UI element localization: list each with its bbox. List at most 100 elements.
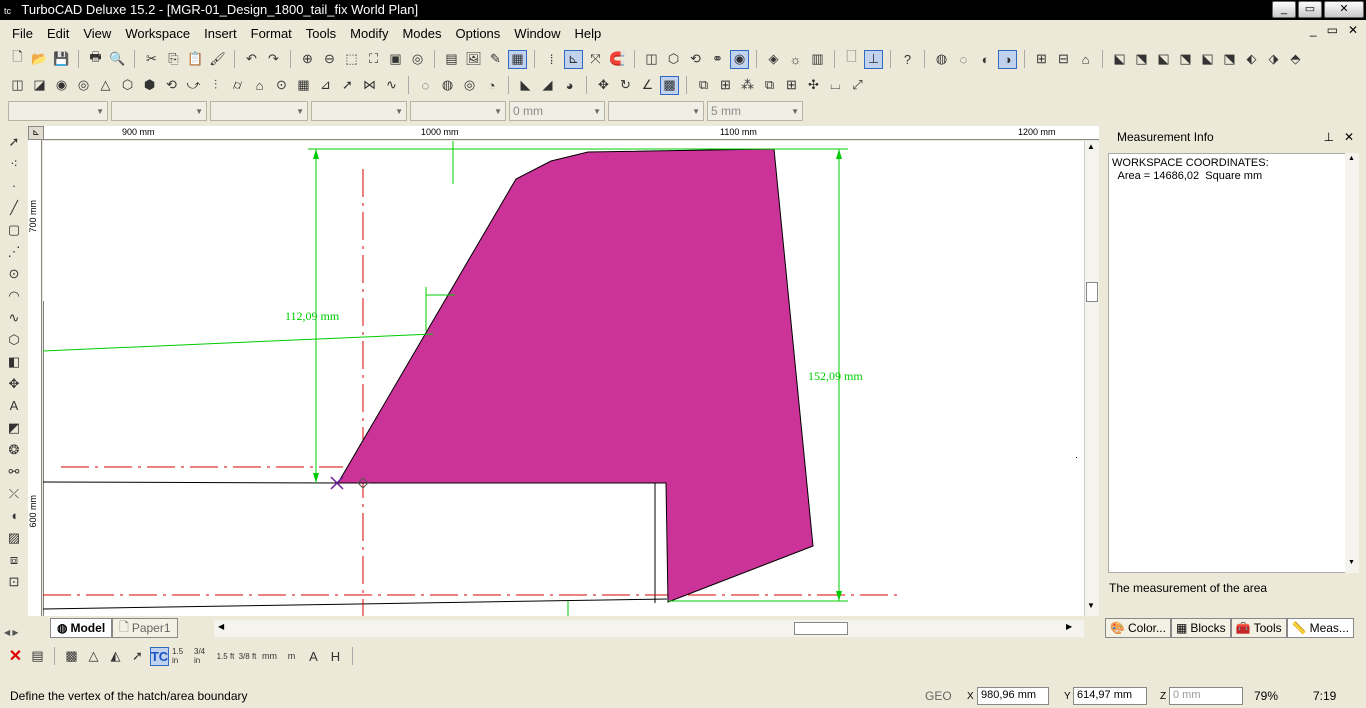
snap-3-4-in-icon[interactable]: 3/4 in — [194, 647, 213, 666]
zoom-in-icon[interactable]: ⊕ — [298, 50, 317, 69]
mirror-icon[interactable]: ✣ — [804, 76, 823, 95]
arrow-icon[interactable]: ➚ — [338, 76, 357, 95]
print-icon[interactable]: 🖶 — [86, 49, 105, 69]
color-bars-icon[interactable]: ▥ — [808, 50, 827, 69]
panel-scrollbar[interactable]: ▲ ▼ — [1345, 153, 1359, 573]
magnet-icon[interactable]: 🧲 — [608, 50, 627, 69]
vertical-scrollbar[interactable]: ▲ ▼ — [1084, 141, 1099, 616]
save-icon[interactable]: 💾 — [52, 50, 71, 69]
pattern-combo[interactable]: ▼ — [608, 101, 704, 121]
slice-icon[interactable]: ◔ — [482, 76, 501, 95]
boolean-subtract-icon[interactable]: ◍ — [438, 76, 457, 95]
viewport-icon[interactable]: ⊡ — [4, 572, 24, 591]
page-icon[interactable]: 🗌 — [842, 49, 861, 69]
horizontal-scrollbar[interactable]: ◀ ▶ — [214, 620, 1084, 637]
render-icon[interactable]: ◉ — [730, 49, 749, 69]
snap-tool-icon[interactable]: ⤧ — [586, 50, 605, 69]
view-cube-4-icon[interactable]: ⬔ — [1176, 50, 1195, 69]
zoom-out-icon[interactable]: ⊖ — [320, 50, 339, 69]
undo-icon[interactable]: ↶ — [242, 50, 261, 69]
distribute-icon[interactable]: ⊟ — [1054, 50, 1073, 69]
scroll-thumb[interactable] — [794, 622, 848, 635]
image-icon[interactable]: 🖼 — [464, 50, 483, 69]
polygon-icon[interactable]: ⬡ — [4, 330, 24, 349]
refresh-icon[interactable]: ✎ — [486, 50, 505, 69]
box-icon[interactable]: ◫ — [8, 76, 27, 95]
layer-icon[interactable]: ▤ — [442, 50, 461, 69]
tab-paper1[interactable]: 🗋 Paper1 — [112, 618, 178, 638]
menu-file[interactable]: File — [12, 26, 33, 41]
shape-icon[interactable]: ◖ — [4, 506, 24, 525]
lights-icon[interactable]: ☼ — [786, 50, 805, 69]
text-h-icon[interactable]: H — [326, 647, 345, 666]
revolve-icon[interactable]: ⟲ — [162, 76, 181, 95]
trim-icon[interactable]: ⤫ — [4, 484, 24, 503]
snap-1-5-ft-icon[interactable]: 1.5 ft — [216, 647, 235, 666]
doc-minimize-button[interactable]: _ — [1310, 23, 1317, 37]
panel-close-icon[interactable]: ✕ — [1344, 130, 1354, 144]
thickness-combo[interactable]: 0 mm ▼ — [509, 101, 605, 121]
menu-view[interactable]: View — [83, 26, 111, 41]
cylinder-icon[interactable]: ⌭ — [228, 76, 247, 95]
orbit-icon[interactable]: ⟲ — [686, 50, 705, 69]
shell-icon[interactable]: ⌂ — [250, 76, 269, 95]
new-file-icon[interactable]: 🗋 — [8, 49, 27, 69]
curve-icon[interactable]: ∿ — [4, 308, 24, 327]
ortho-icon[interactable]: ⊾ — [564, 49, 583, 69]
wedge-icon[interactable]: ◪ — [30, 76, 49, 95]
menu-modify[interactable]: Modify — [350, 26, 388, 41]
render-mode-icon[interactable]: ◑ — [998, 49, 1017, 69]
tc-icon[interactable]: TC — [150, 646, 169, 666]
hatch-area[interactable] — [337, 148, 814, 603]
tab-blocks[interactable]: ▦ Blocks — [1170, 618, 1231, 638]
view-cube-6-icon[interactable]: ⬔ — [1220, 50, 1239, 69]
solid-icon[interactable]: ◧ — [4, 352, 24, 371]
view-cube-5-icon[interactable]: ⬕ — [1198, 50, 1217, 69]
cone-icon[interactable]: △ — [96, 76, 115, 95]
snap-3-8-ft-icon[interactable]: 3/8 ft — [238, 647, 257, 666]
pick-point-icon[interactable]: ➚ — [128, 647, 147, 666]
network-icon[interactable]: ⋈ — [360, 76, 379, 95]
view-cube-9-icon[interactable]: ⬘ — [1286, 50, 1305, 69]
extrude-icon[interactable]: ⬢ — [140, 76, 159, 95]
scroll-up-icon[interactable]: ▲ — [1087, 142, 1095, 151]
doc-restore-button[interactable]: ▭ — [1327, 23, 1338, 37]
close-button[interactable]: ✕ — [1324, 1, 1364, 18]
scatter-icon[interactable]: ⁂ — [738, 76, 757, 95]
pen-color-combo[interactable]: ▼ — [8, 101, 108, 121]
boolean-add-icon[interactable]: ◌ — [416, 76, 435, 95]
circle-icon[interactable]: ⊙ — [4, 264, 24, 283]
insert-icon[interactable]: ◩ — [4, 418, 24, 437]
minimize-button[interactable]: _ — [1272, 1, 1296, 18]
fillet-icon[interactable]: ◣ — [516, 76, 535, 95]
text-icon[interactable]: A — [4, 396, 24, 415]
format-painter-icon[interactable]: 🖌 — [208, 50, 227, 69]
layer-combo[interactable]: ▼ — [410, 101, 506, 121]
doc-close-button[interactable]: ✕ — [1348, 23, 1358, 37]
move-icon[interactable]: ✥ — [594, 76, 613, 95]
mesh-icon[interactable]: ▦ — [294, 76, 313, 95]
view-cube-1-icon[interactable]: ⬕ — [1110, 50, 1129, 69]
menu-edit[interactable]: Edit — [47, 26, 69, 41]
snap-1-5-in-icon[interactable]: 1.5 in — [172, 647, 191, 666]
tab-model[interactable]: ◍ Model — [50, 618, 113, 638]
tab-tools[interactable]: 🧰 Tools — [1230, 618, 1287, 638]
properties-icon[interactable]: ▤ — [28, 647, 47, 666]
open-file-icon[interactable]: 📂 — [30, 50, 49, 69]
align-icon[interactable]: ⊞ — [1032, 50, 1051, 69]
help-pointer-icon[interactable]: ? — [898, 50, 917, 69]
stretch-icon[interactable]: ⌴ — [826, 76, 845, 95]
paste-icon[interactable]: 📋 — [186, 50, 205, 69]
view-iso-icon[interactable]: ⬡ — [664, 50, 683, 69]
house-icon[interactable]: ⌂ — [1076, 50, 1095, 69]
scroll-thumb[interactable] — [1086, 282, 1098, 302]
redo-icon[interactable]: ↷ — [264, 50, 283, 69]
hidden-line-icon[interactable]: ◌ — [954, 50, 973, 69]
scroll-right-icon[interactable]: ▶ — [1066, 622, 1072, 631]
pin-icon[interactable]: ⊥ — [1323, 130, 1333, 144]
z-coord-field[interactable]: 0 mm — [1169, 687, 1243, 705]
imprint-icon[interactable]: ◕ — [560, 76, 579, 95]
view-cube-3-icon[interactable]: ⬕ — [1154, 50, 1173, 69]
view-cube-7-icon[interactable]: ⬖ — [1242, 50, 1261, 69]
tab-color[interactable]: 🎨 Color... — [1105, 618, 1171, 638]
